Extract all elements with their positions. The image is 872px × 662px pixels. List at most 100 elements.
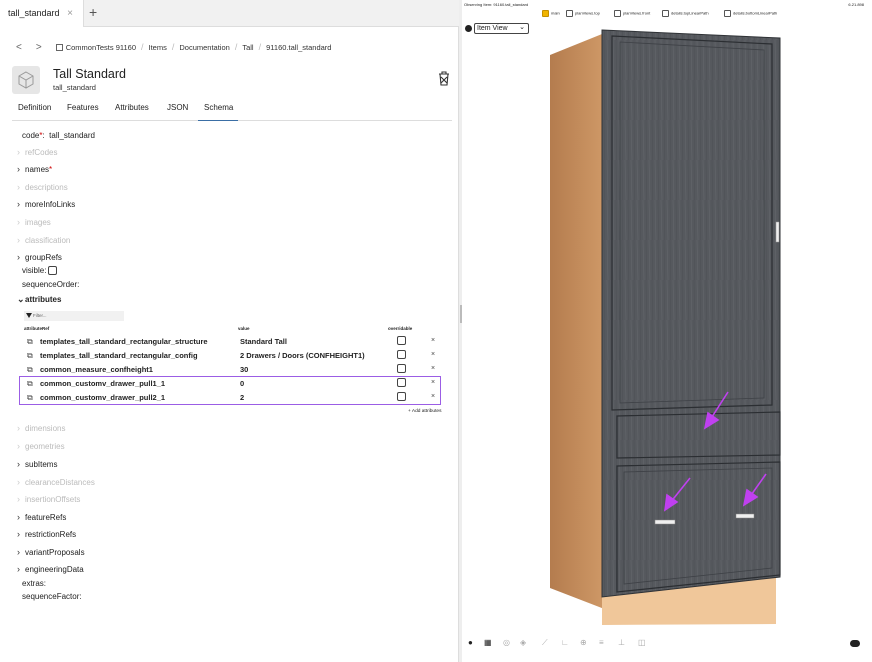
tab-tall-standard[interactable]: tall_standard × — [0, 0, 84, 27]
attribute-value[interactable]: 30 — [240, 365, 248, 374]
drawer-pull-2 — [735, 513, 755, 519]
section-label: descriptions — [25, 183, 68, 192]
cloud-icon[interactable] — [850, 640, 860, 647]
section-moreInfoLinks[interactable]: › moreInfoLinks — [17, 199, 75, 209]
breadcrumb-separator: / — [234, 42, 238, 52]
back-button[interactable]: < — [16, 42, 22, 53]
section-label: clearanceDistances — [25, 478, 95, 487]
chevron-right-icon: › — [17, 252, 20, 262]
section-label: variantProposals — [25, 548, 85, 557]
breadcrumb-item[interactable]: 91160.tall_standard — [266, 43, 331, 52]
section-images[interactable]: › images — [17, 217, 51, 227]
chevron-right-icon: › — [17, 199, 20, 209]
palette-icon[interactable]: ● — [468, 638, 473, 647]
chevron-right-icon: › — [17, 164, 20, 174]
breadcrumb-separator: / — [258, 42, 262, 52]
tab-definition[interactable]: Definition — [18, 103, 51, 121]
table-row[interactable]: ⧉ templates_tall_standard_rectangular_st… — [24, 335, 452, 349]
link-icon[interactable]: ⧉ — [27, 351, 33, 361]
tab-schema[interactable]: Schema — [198, 103, 238, 121]
visible-checkbox[interactable] — [48, 266, 58, 276]
section-attributes[interactable]: ⌄attributes — [17, 294, 61, 305]
chevron-right-icon: › — [17, 217, 20, 227]
code-field[interactable]: code*: tall_standard — [22, 131, 95, 140]
section-names[interactable]: › names* — [17, 164, 52, 174]
breadcrumb-item[interactable]: Tall — [242, 43, 253, 52]
item-header: Tall Standard tall_standard — [12, 66, 452, 96]
corner-icon[interactable]: ∟ — [561, 638, 569, 647]
overridable-checkbox[interactable] — [397, 336, 406, 345]
link-icon[interactable]: ⧉ — [27, 365, 33, 375]
forward-button[interactable]: > — [36, 42, 42, 53]
section-dimensions[interactable]: › dimensions — [17, 423, 65, 433]
field-value[interactable]: tall_standard — [49, 131, 95, 140]
delete-icon[interactable]: × — [431, 365, 435, 372]
ruler-icon[interactable]: ⟋ — [542, 638, 548, 648]
tab-close-icon[interactable]: × — [67, 0, 73, 27]
attribute-ref: templates_tall_standard_rectangular_conf… — [40, 351, 198, 360]
section-featureRefs[interactable]: › featureRefs — [17, 512, 66, 522]
filter-input[interactable]: Filter... — [24, 311, 124, 321]
delete-icon[interactable]: × — [431, 337, 435, 344]
section-label: insertionOffsets — [25, 495, 81, 504]
section-restrictionRefs[interactable]: › restrictionRefs — [17, 529, 76, 539]
section-groupRefs[interactable]: › groupRefs — [17, 252, 62, 262]
document-icon — [55, 43, 63, 51]
cube-view-icon[interactable]: ◈ — [520, 638, 526, 647]
hierarchy-icon[interactable]: ⊥ — [618, 638, 625, 647]
filter-icon — [26, 313, 32, 318]
chevron-right-icon: › — [17, 547, 20, 557]
target-icon[interactable]: ⊕ — [580, 638, 587, 647]
section-refCodes[interactable]: › refCodes — [17, 147, 57, 157]
column-header-overridable: overridable — [388, 326, 413, 331]
breadcrumb-item[interactable]: Documentation — [179, 43, 229, 52]
attribute-value[interactable]: Standard Tall — [240, 337, 287, 346]
chevron-right-icon: › — [17, 459, 20, 469]
cabinet-front — [601, 29, 781, 598]
section-label: groupRefs — [25, 253, 62, 262]
section-descriptions[interactable]: › descriptions — [17, 182, 68, 192]
section-label: images — [25, 218, 51, 227]
section-classification[interactable]: › classification — [17, 235, 70, 245]
trash-icon[interactable] — [436, 70, 452, 88]
table-row[interactable]: ⧉ common_measure_confheight1 30 × — [24, 363, 452, 377]
highlight-box — [19, 376, 441, 405]
tab-attributes[interactable]: Attributes — [115, 103, 149, 121]
required-marker: * — [49, 165, 53, 174]
list-icon[interactable]: ≡ — [599, 638, 604, 647]
section-clearanceDistances[interactable]: › clearanceDistances — [17, 477, 95, 487]
drawer-pull-1 — [654, 519, 676, 525]
link-icon[interactable]: ⧉ — [27, 337, 33, 347]
chevron-right-icon: › — [17, 441, 20, 451]
cabinet-3d-viewport[interactable] — [462, 0, 872, 662]
layers-icon[interactable]: ◫ — [638, 638, 646, 647]
overridable-checkbox[interactable] — [397, 350, 406, 359]
tab-features[interactable]: Features — [67, 103, 99, 121]
extras-field: extras: — [22, 579, 46, 588]
field-label: extras: — [22, 579, 47, 588]
chevron-right-icon: › — [17, 564, 20, 574]
breadcrumb-item[interactable]: CommonTests 91160 — [66, 43, 136, 52]
compass-icon[interactable]: ◎ — [503, 638, 510, 647]
add-attributes-button[interactable]: + Add attributes — [408, 409, 441, 414]
section-insertionOffsets[interactable]: › insertionOffsets — [17, 494, 80, 504]
sub-tabs: Definition Features Attributes JSON Sche… — [12, 103, 452, 121]
cabinet-side-panel — [550, 32, 607, 610]
section-engineeringData[interactable]: › engineeringData — [17, 564, 84, 574]
grid-icon[interactable]: ▦ — [484, 638, 492, 647]
chevron-right-icon: › — [17, 494, 20, 504]
section-geometries[interactable]: › geometries — [17, 441, 65, 451]
tab-json[interactable]: JSON — [167, 103, 188, 121]
table-row[interactable]: ⧉ templates_tall_standard_rectangular_co… — [24, 349, 452, 363]
overridable-checkbox[interactable] — [397, 364, 406, 373]
delete-icon[interactable]: × — [431, 351, 435, 358]
chevron-right-icon: › — [17, 423, 20, 433]
section-label: featureRefs — [25, 513, 67, 522]
breadcrumb-item[interactable]: Items — [149, 43, 167, 52]
section-label: classification — [25, 236, 71, 245]
attribute-ref: templates_tall_standard_rectangular_stru… — [40, 337, 208, 346]
section-variantProposals[interactable]: › variantProposals — [17, 547, 85, 557]
section-subItems[interactable]: › subItems — [17, 459, 57, 469]
attribute-value[interactable]: 2 Drawers / Doors (CONFHEIGHT1) — [240, 351, 365, 360]
new-tab-button[interactable]: + — [89, 4, 97, 20]
